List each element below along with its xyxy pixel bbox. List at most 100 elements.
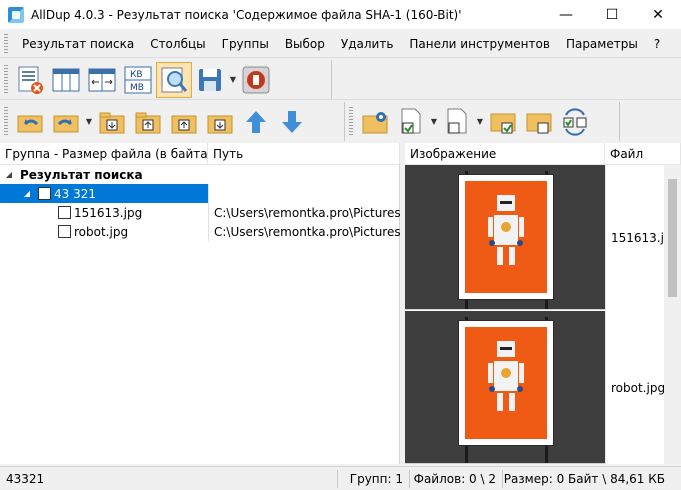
status-size: Размер: 0 Байт \ 84,61 КБ <box>503 471 665 486</box>
preview-button[interactable] <box>156 61 192 98</box>
status-count: 43321 <box>0 469 338 488</box>
expand-folder-icon <box>171 115 197 133</box>
column-header-file[interactable]: Файл <box>605 143 681 165</box>
preview-panel[interactable]: Изображение Файл 151613.jpg <box>405 143 681 464</box>
file-row[interactable]: 151613.jpg C:\Users\remontka.pro\Picture… <box>0 203 401 222</box>
window-title: AllDup 4.0.3 - Результат поиска 'Содержи… <box>31 7 462 22</box>
check-folder-icon <box>490 113 516 133</box>
status-files: Файлов: 0 \ 2 <box>410 469 503 488</box>
size-units-icon: КВ МВ <box>124 66 152 93</box>
preview-file-name: 151613.jpg <box>605 165 665 310</box>
save-icon <box>199 68 221 91</box>
menu-help[interactable]: ? <box>646 37 668 51</box>
file-checkbox[interactable] <box>58 225 71 238</box>
group-label: 43 321 <box>54 186 96 201</box>
expand-all-button[interactable] <box>94 104 130 140</box>
group-path-cell <box>208 184 394 203</box>
uncheck-folder-icon <box>526 113 552 133</box>
menu-bar: Результат поиска Столбцы Группы Выбор Уд… <box>0 30 681 57</box>
toolbar-grip[interactable] <box>349 106 353 137</box>
check-file-icon <box>401 108 421 133</box>
invert-selection-icon <box>563 107 587 136</box>
undo-icon <box>17 115 43 132</box>
status-groups: Групп: 1 <box>338 469 410 488</box>
stop-button[interactable] <box>238 62 274 98</box>
check-folder-button[interactable] <box>485 104 521 140</box>
save-dropdown-arrow[interactable]: ▼ <box>228 62 238 98</box>
file-row[interactable]: robot.jpg C:\Users\remontka.pro\Pictures <box>0 222 401 241</box>
scrollbar-thumb[interactable] <box>668 179 677 297</box>
uncheck-file-button[interactable] <box>439 104 475 140</box>
maximize-button[interactable]: ☐ <box>589 0 635 30</box>
tree-group-row[interactable]: ◢ 43 321 <box>0 184 400 203</box>
redo-button[interactable] <box>48 104 84 140</box>
menu-groups[interactable]: Группы <box>214 37 277 51</box>
move-up-button[interactable] <box>238 104 274 140</box>
menu-columns[interactable]: Столбцы <box>142 37 213 51</box>
collapse-arrow-icon[interactable]: ◢ <box>4 170 14 179</box>
delete-report-button[interactable] <box>12 62 48 98</box>
preview-thumbnail[interactable] <box>405 311 605 464</box>
tree-root-row[interactable]: ◢ Результат поиска <box>0 165 400 184</box>
folder-settings-button[interactable] <box>357 104 393 140</box>
column-header-path[interactable]: Путь <box>208 143 400 165</box>
menu-selection[interactable]: Выбор <box>277 37 333 51</box>
preview-thumbnail[interactable] <box>405 165 605 310</box>
collapse-arrow-icon[interactable]: ◢ <box>22 189 32 198</box>
menu-search-result[interactable]: Результат поиска <box>14 37 142 51</box>
resize-columns-button[interactable] <box>84 62 120 98</box>
move-up-icon <box>246 110 266 133</box>
toolbar-main: КВ МВ ▼ <box>0 60 332 99</box>
title-bar: AllDup 4.0.3 - Результат поиска 'Содержи… <box>0 0 681 30</box>
robot-image <box>488 195 524 265</box>
move-down-button[interactable] <box>274 104 310 140</box>
tree-root-label: Результат поиска <box>20 167 143 182</box>
folder-settings-icon <box>362 111 388 133</box>
file-checkbox[interactable] <box>58 206 71 219</box>
status-bar: 43321 Групп: 1 Файлов: 0 \ 2 Размер: 0 Б… <box>0 466 681 490</box>
column-header-image[interactable]: Изображение <box>405 143 605 165</box>
collapse-all-button[interactable] <box>130 104 166 140</box>
group-checkbox[interactable] <box>38 187 51 200</box>
collapse-all-icon <box>135 112 161 133</box>
close-button[interactable]: ✕ <box>635 0 681 30</box>
save-button[interactable] <box>192 62 228 98</box>
uncheck-folder-button[interactable] <box>521 104 557 140</box>
preview-icon <box>161 67 188 92</box>
units-mb-label: МВ <box>130 83 144 93</box>
collapse-folder-icon <box>207 115 233 133</box>
toolbar-selection: ▼ ▼ <box>345 102 620 141</box>
redo-icon <box>53 115 79 132</box>
resize-columns-icon <box>88 68 116 91</box>
menu-delete[interactable]: Удалить <box>333 37 402 51</box>
menu-settings[interactable]: Параметры <box>558 37 646 51</box>
delete-report-icon <box>18 66 43 94</box>
toolbar-navigation: ▼ <box>0 102 345 141</box>
menu-toolbars[interactable]: Панели инструментов <box>401 37 558 51</box>
columns-button[interactable] <box>48 62 84 98</box>
results-tree-panel[interactable]: Группа - Размер файла (в байтах) Путь ◢ … <box>0 143 401 464</box>
file-path: C:\Users\remontka.pro\Pictures <box>208 222 401 241</box>
minimize-button[interactable]: — <box>543 0 589 30</box>
units-kb-label: КВ <box>130 70 143 80</box>
app-icon <box>8 6 24 23</box>
redo-dropdown-arrow[interactable]: ▼ <box>84 104 94 140</box>
size-units-button[interactable]: КВ МВ <box>120 62 156 98</box>
uncheck-file-dropdown-arrow[interactable]: ▼ <box>475 104 485 140</box>
toolbar-grip[interactable] <box>4 64 8 95</box>
columns-icon <box>52 68 80 91</box>
expand-all-icon <box>99 112 125 133</box>
menu-grip[interactable] <box>4 33 8 54</box>
check-file-dropdown-arrow[interactable]: ▼ <box>429 104 439 140</box>
column-header-group[interactable]: Группа - Размер файла (в байтах) <box>0 143 208 165</box>
check-file-button[interactable] <box>393 104 429 140</box>
file-name: robot.jpg <box>74 224 129 239</box>
toolbar-grip[interactable] <box>4 106 8 137</box>
vertical-scrollbar[interactable] <box>664 165 681 464</box>
expand-folder-button[interactable] <box>166 104 202 140</box>
file-name: 151613.jpg <box>74 205 143 220</box>
undo-button[interactable] <box>12 104 48 140</box>
file-path: C:\Users\remontka.pro\Pictures <box>208 203 401 222</box>
collapse-folder-button[interactable] <box>202 104 238 140</box>
invert-selection-button[interactable] <box>557 104 593 140</box>
